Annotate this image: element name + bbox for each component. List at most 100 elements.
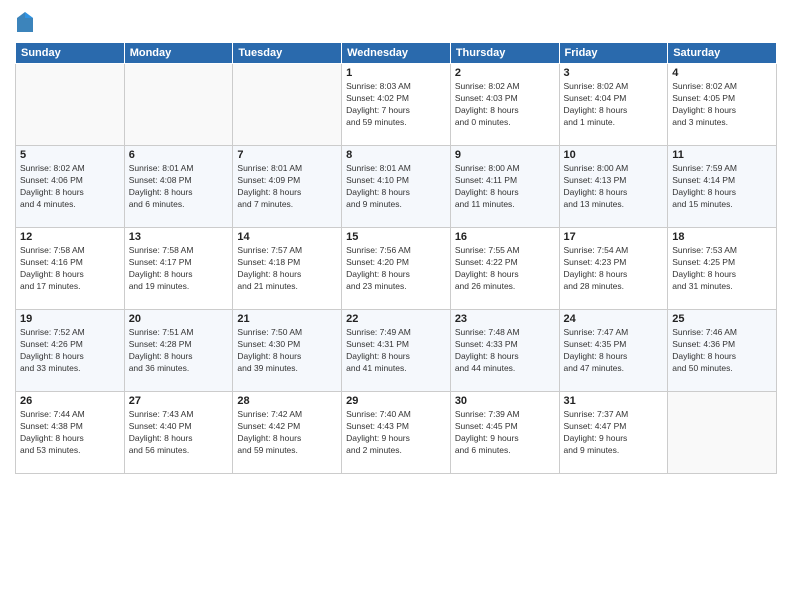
calendar-cell: 24 Sunrise: 7:47 AM Sunset: 4:35 PM Dayli… [559, 310, 668, 392]
calendar-cell: 26 Sunrise: 7:44 AM Sunset: 4:38 PM Dayli… [16, 392, 125, 474]
day-info: Sunrise: 7:37 AM Sunset: 4:47 PM Dayligh… [564, 409, 664, 457]
calendar-cell: 19 Sunrise: 7:52 AM Sunset: 4:26 PM Dayli… [16, 310, 125, 392]
day-info: Sunrise: 7:43 AM Sunset: 4:40 PM Dayligh… [129, 409, 229, 457]
calendar-cell: 4Sunrise: 8:02 AM Sunset: 4:05 PM Daylig… [668, 64, 777, 146]
day-number: 23 [455, 313, 555, 325]
day-info: Sunrise: 7:46 AM Sunset: 4:36 PM Dayligh… [672, 327, 772, 375]
day-number: 1 [346, 67, 446, 79]
calendar-cell: 23 Sunrise: 7:48 AM Sunset: 4:33 PM Dayli… [450, 310, 559, 392]
day-number: 17 [564, 231, 664, 243]
day-info: Sunrise: 8:00 AM Sunset: 4:11 PM Dayligh… [455, 163, 555, 211]
col-header-friday: Friday [559, 43, 668, 64]
calendar-cell [16, 64, 125, 146]
calendar-cell: 20 Sunrise: 7:51 AM Sunset: 4:28 PM Dayli… [124, 310, 233, 392]
calendar-cell: 7 Sunrise: 8:01 AM Sunset: 4:09 PM Daylig… [233, 146, 342, 228]
day-info: Sunrise: 8:00 AM Sunset: 4:13 PM Dayligh… [564, 163, 664, 211]
day-number: 19 [20, 313, 120, 325]
day-info: Sunrise: 7:44 AM Sunset: 4:38 PM Dayligh… [20, 409, 120, 457]
calendar-week-1: 1 Sunrise: 8:03 AM Sunset: 4:02 PM Daylig… [16, 64, 777, 146]
calendar-cell: 18 Sunrise: 7:53 AM Sunset: 4:25 PM Dayli… [668, 228, 777, 310]
calendar-cell: 31 Sunrise: 7:37 AM Sunset: 4:47 PM Dayli… [559, 392, 668, 474]
calendar-cell: 3 Sunrise: 8:02 AM Sunset: 4:04 PM Daylig… [559, 64, 668, 146]
calendar-week-3: 12 Sunrise: 7:58 AM Sunset: 4:16 PM Dayli… [16, 228, 777, 310]
col-header-tuesday: Tuesday [233, 43, 342, 64]
day-info: Sunrise: 8:01 AM Sunset: 4:08 PM Dayligh… [129, 163, 229, 211]
day-info: Sunrise: 7:49 AM Sunset: 4:31 PM Dayligh… [346, 327, 446, 375]
calendar-cell: 27 Sunrise: 7:43 AM Sunset: 4:40 PM Dayli… [124, 392, 233, 474]
calendar-cell: 12 Sunrise: 7:58 AM Sunset: 4:16 PM Dayli… [16, 228, 125, 310]
day-number: 14 [237, 231, 337, 243]
day-number: 20 [129, 313, 229, 325]
calendar-cell: 15 Sunrise: 7:56 AM Sunset: 4:20 PM Dayli… [342, 228, 451, 310]
calendar-cell: 30Sunrise: 7:39 AM Sunset: 4:45 PM Dayli… [450, 392, 559, 474]
col-header-sunday: Sunday [16, 43, 125, 64]
day-number: 5 [20, 149, 120, 161]
day-number: 30 [455, 395, 555, 407]
page-header [15, 10, 777, 34]
day-number: 25 [672, 313, 772, 325]
day-number: 11 [672, 149, 772, 161]
day-number: 9 [455, 149, 555, 161]
calendar-cell [668, 392, 777, 474]
day-info: Sunrise: 7:53 AM Sunset: 4:25 PM Dayligh… [672, 245, 772, 293]
calendar-week-2: 5 Sunrise: 8:02 AM Sunset: 4:06 PM Daylig… [16, 146, 777, 228]
day-number: 4 [672, 67, 772, 79]
day-number: 6 [129, 149, 229, 161]
col-header-wednesday: Wednesday [342, 43, 451, 64]
day-number: 16 [455, 231, 555, 243]
day-number: 10 [564, 149, 664, 161]
day-number: 29 [346, 395, 446, 407]
day-info: Sunrise: 7:47 AM Sunset: 4:35 PM Dayligh… [564, 327, 664, 375]
day-info: Sunrise: 7:40 AM Sunset: 4:43 PM Dayligh… [346, 409, 446, 457]
col-header-saturday: Saturday [668, 43, 777, 64]
calendar-cell: 5 Sunrise: 8:02 AM Sunset: 4:06 PM Daylig… [16, 146, 125, 228]
day-number: 8 [346, 149, 446, 161]
calendar-cell: 6 Sunrise: 8:01 AM Sunset: 4:08 PM Daylig… [124, 146, 233, 228]
day-info: Sunrise: 7:52 AM Sunset: 4:26 PM Dayligh… [20, 327, 120, 375]
day-number: 18 [672, 231, 772, 243]
calendar-cell: 29 Sunrise: 7:40 AM Sunset: 4:43 PM Dayli… [342, 392, 451, 474]
calendar-cell: 13Sunrise: 7:58 AM Sunset: 4:17 PM Dayli… [124, 228, 233, 310]
day-number: 12 [20, 231, 120, 243]
day-number: 21 [237, 313, 337, 325]
day-info: Sunrise: 8:03 AM Sunset: 4:02 PM Dayligh… [346, 81, 446, 129]
logo-icon [15, 10, 35, 34]
day-info: Sunrise: 8:02 AM Sunset: 4:06 PM Dayligh… [20, 163, 120, 211]
day-number: 15 [346, 231, 446, 243]
calendar-cell: 2Sunrise: 8:02 AM Sunset: 4:03 PM Daylig… [450, 64, 559, 146]
calendar-cell: 1 Sunrise: 8:03 AM Sunset: 4:02 PM Daylig… [342, 64, 451, 146]
day-info: Sunrise: 7:54 AM Sunset: 4:23 PM Dayligh… [564, 245, 664, 293]
day-number: 31 [564, 395, 664, 407]
day-info: Sunrise: 7:56 AM Sunset: 4:20 PM Dayligh… [346, 245, 446, 293]
calendar-cell: 8 Sunrise: 8:01 AM Sunset: 4:10 PM Daylig… [342, 146, 451, 228]
day-number: 28 [237, 395, 337, 407]
day-number: 22 [346, 313, 446, 325]
day-number: 26 [20, 395, 120, 407]
day-number: 3 [564, 67, 664, 79]
logo [15, 10, 39, 34]
calendar-cell: 10 Sunrise: 8:00 AM Sunset: 4:13 PM Dayli… [559, 146, 668, 228]
day-info: Sunrise: 7:55 AM Sunset: 4:22 PM Dayligh… [455, 245, 555, 293]
col-header-monday: Monday [124, 43, 233, 64]
day-number: 13 [129, 231, 229, 243]
calendar-week-5: 26 Sunrise: 7:44 AM Sunset: 4:38 PM Dayli… [16, 392, 777, 474]
day-info: Sunrise: 7:59 AM Sunset: 4:14 PM Dayligh… [672, 163, 772, 211]
day-info: Sunrise: 7:48 AM Sunset: 4:33 PM Dayligh… [455, 327, 555, 375]
day-info: Sunrise: 7:51 AM Sunset: 4:28 PM Dayligh… [129, 327, 229, 375]
calendar-cell: 17 Sunrise: 7:54 AM Sunset: 4:23 PM Dayli… [559, 228, 668, 310]
calendar-cell: 14Sunrise: 7:57 AM Sunset: 4:18 PM Dayli… [233, 228, 342, 310]
calendar-cell: 22 Sunrise: 7:49 AM Sunset: 4:31 PM Dayli… [342, 310, 451, 392]
day-info: Sunrise: 8:01 AM Sunset: 4:09 PM Dayligh… [237, 163, 337, 211]
col-header-thursday: Thursday [450, 43, 559, 64]
day-number: 7 [237, 149, 337, 161]
day-number: 27 [129, 395, 229, 407]
day-number: 2 [455, 67, 555, 79]
day-number: 24 [564, 313, 664, 325]
day-info: Sunrise: 7:50 AM Sunset: 4:30 PM Dayligh… [237, 327, 337, 375]
day-info: Sunrise: 8:01 AM Sunset: 4:10 PM Dayligh… [346, 163, 446, 211]
day-info: Sunrise: 7:58 AM Sunset: 4:16 PM Dayligh… [20, 245, 120, 293]
calendar-header-row: SundayMondayTuesdayWednesdayThursdayFrid… [16, 43, 777, 64]
calendar-cell: 28Sunrise: 7:42 AM Sunset: 4:42 PM Dayli… [233, 392, 342, 474]
day-info: Sunrise: 8:02 AM Sunset: 4:04 PM Dayligh… [564, 81, 664, 129]
calendar-cell [124, 64, 233, 146]
